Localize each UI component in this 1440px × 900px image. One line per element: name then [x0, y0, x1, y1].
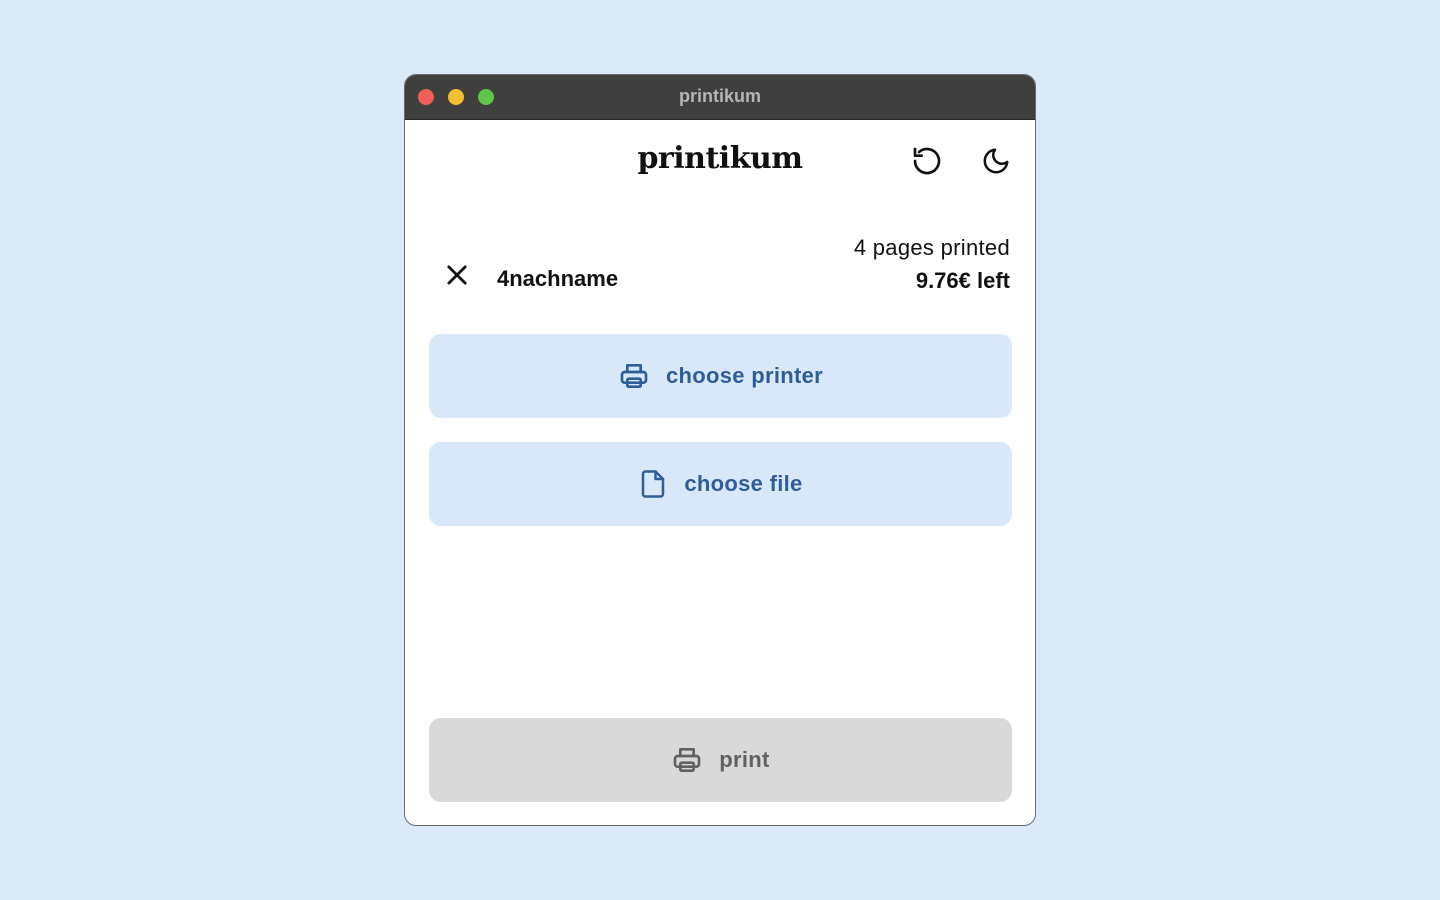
window-title: printikum — [678, 86, 761, 106]
file-icon — [638, 468, 668, 500]
moon-icon — [983, 148, 1009, 174]
account-stats: 4 pages printed 9.76€ left — [854, 232, 1010, 298]
rotate-ccw-icon — [913, 147, 941, 175]
choose-printer-button[interactable]: choose printer — [429, 334, 1012, 418]
printer-icon — [618, 360, 650, 392]
reload-button[interactable] — [907, 141, 947, 181]
choose-printer-label: choose printer — [665, 363, 823, 388]
print-button[interactable]: print — [429, 718, 1012, 802]
choose-file-button[interactable]: choose file — [429, 442, 1012, 526]
pages-printed: 4 pages printed — [853, 235, 1010, 260]
user-info-row: 4nachname 4 pages printed 9.76€ left — [405, 229, 1035, 309]
close-icon — [447, 265, 467, 285]
print-label: print — [719, 747, 770, 772]
app-window: printikum printikum 4nachname 4 pages pr… — [404, 74, 1036, 826]
username: 4nachname — [497, 266, 619, 291]
printer-icon — [671, 744, 703, 776]
theme-toggle-button[interactable] — [976, 141, 1016, 181]
choose-file-label: choose file — [684, 471, 803, 496]
credit-left: 9.76€ left — [915, 268, 1010, 293]
window-titlebar: printikum — [405, 75, 1035, 120]
logout-button[interactable] — [443, 257, 471, 293]
app-content: printikum 4nachname 4 pages printed 9.76… — [405, 119, 1035, 825]
